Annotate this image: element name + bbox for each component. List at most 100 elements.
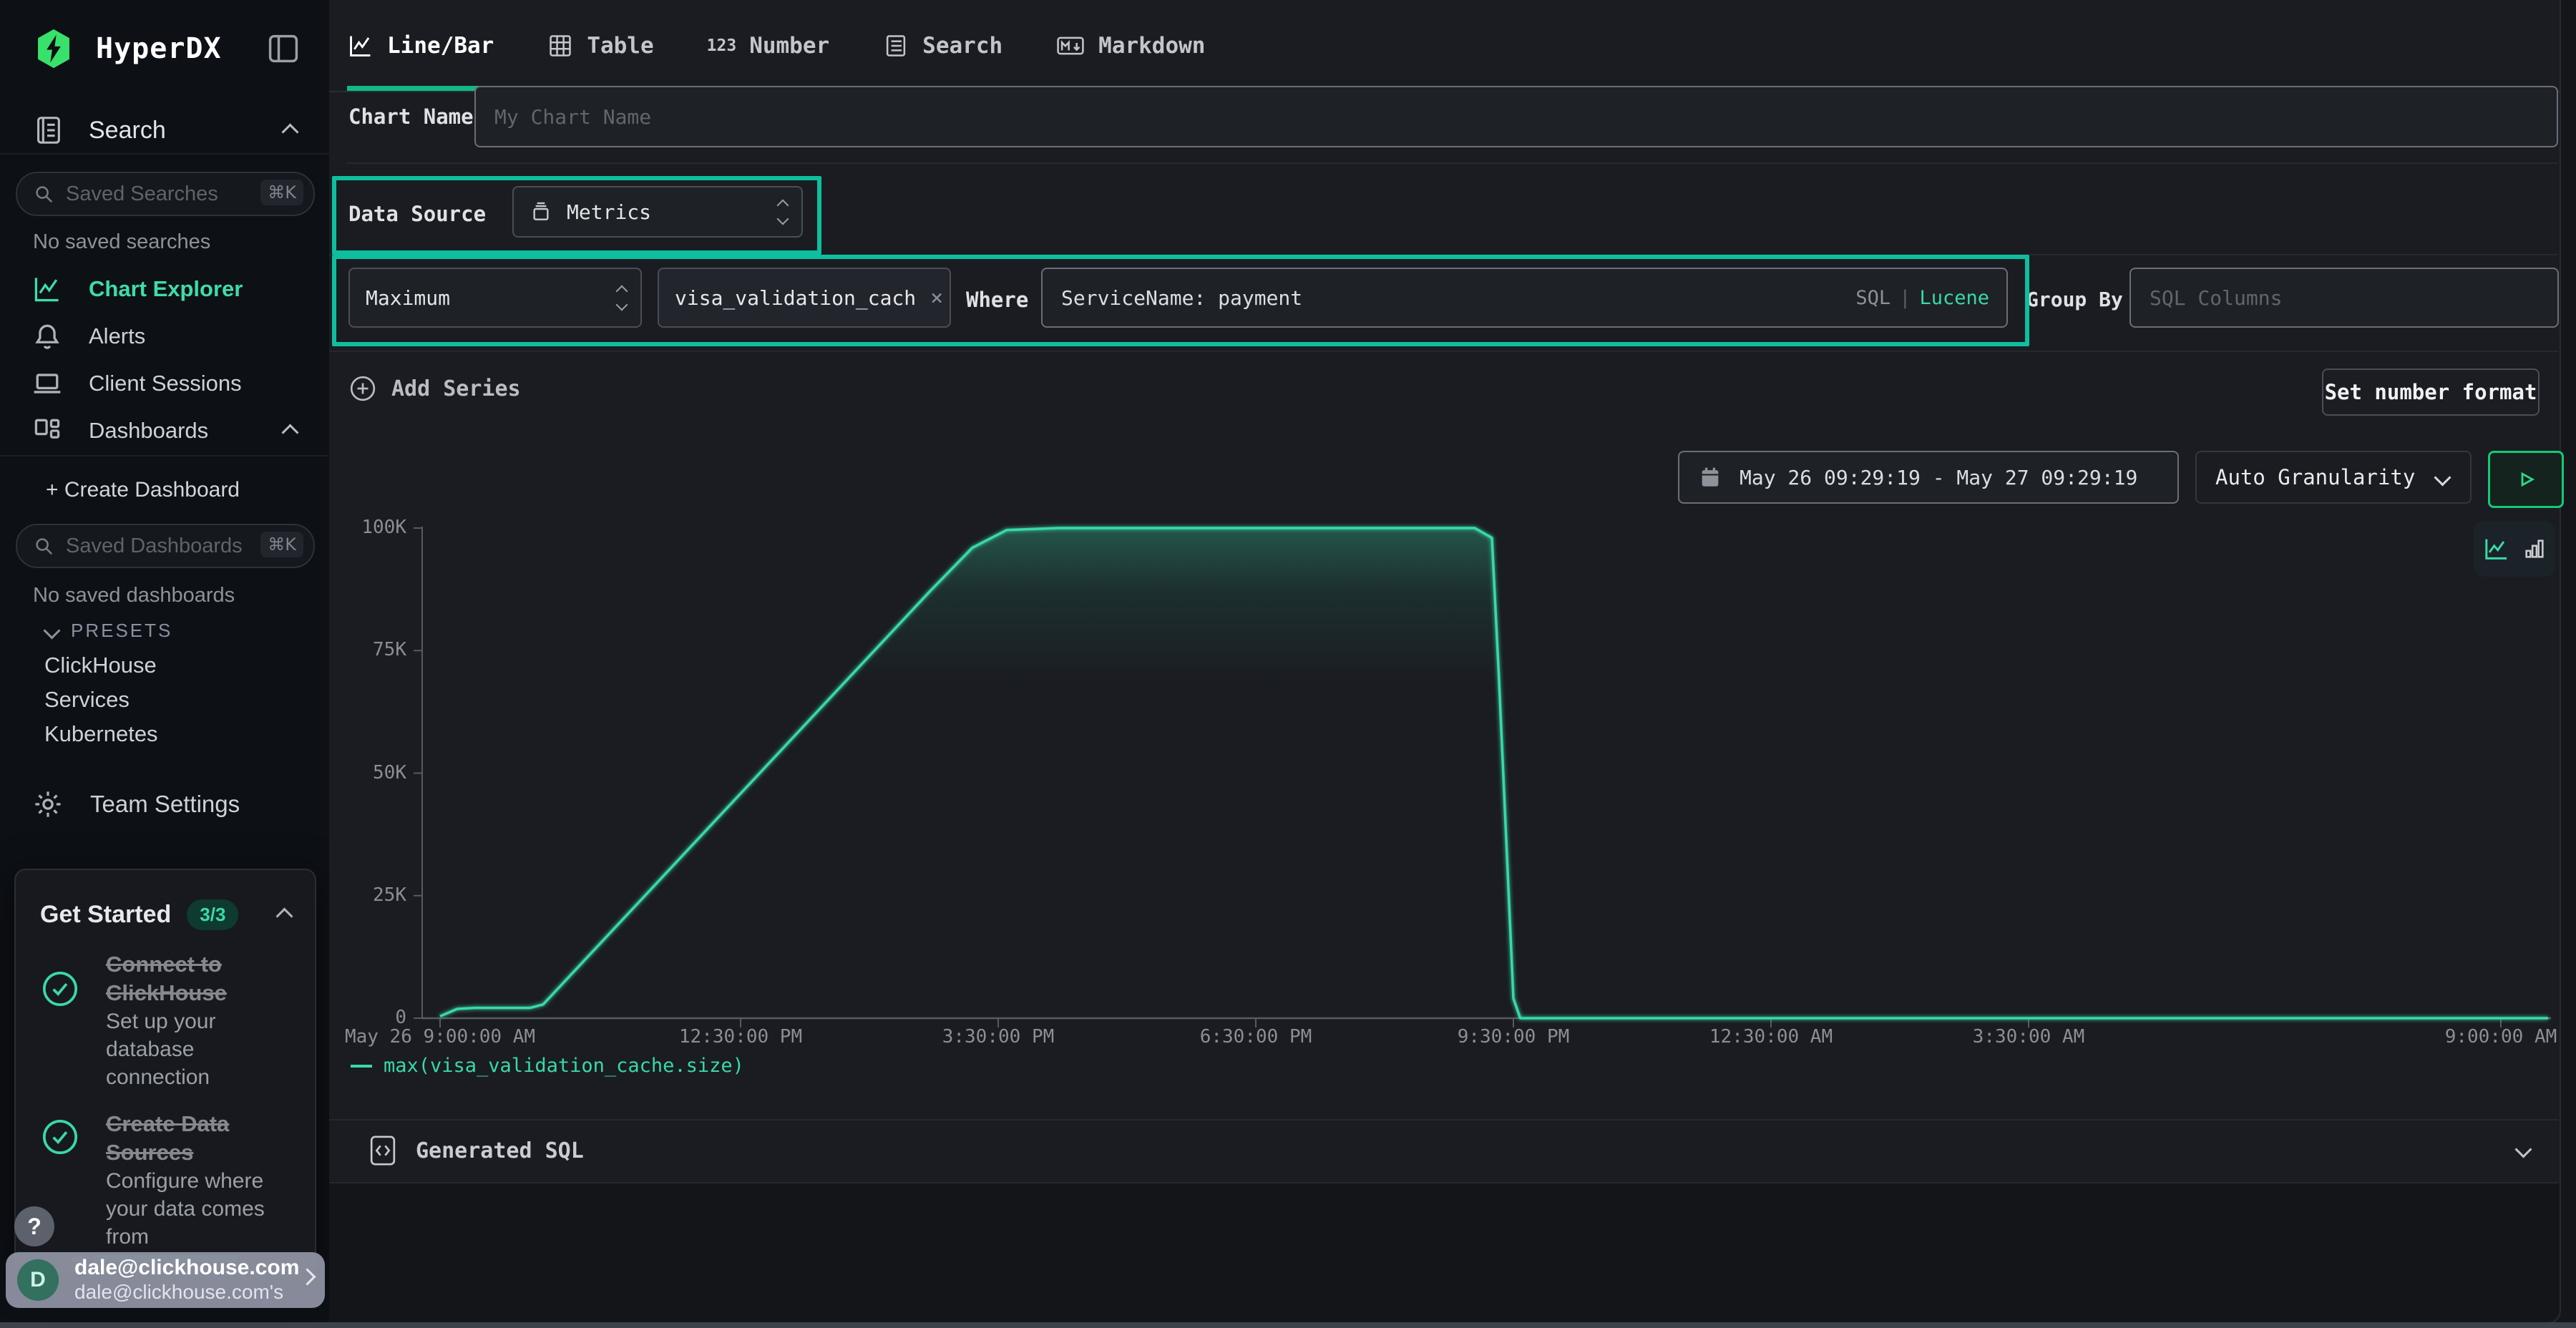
dashboards-icon [31,415,63,446]
sidebar-item-chart-explorer[interactable]: Chart Explorer [0,269,329,309]
tab-label: Number [749,33,829,59]
sidebar-item-label: Alerts [89,323,145,349]
x-tick-label: 6:30:00 PM [1134,1026,1377,1048]
get-started-title: Get Started [40,901,171,929]
group-by-input[interactable]: SQL Columns [2129,268,2559,328]
x-tick-label: 12:30:00 AM [1649,1026,1893,1048]
sidebar-section-search[interactable]: Search [0,107,329,155]
date-range-input[interactable]: May 26 09:29:19 - May 27 09:29:19 [1678,451,2179,504]
sidebar-search-label: Search [89,117,166,145]
list-icon [882,32,909,59]
sidebar-item-label: Client Sessions [89,371,242,396]
run-query-button[interactable] [2488,451,2564,508]
sidebar-item-label: Team Settings [90,791,240,818]
sidebar: HyperDX Search Saved Searches ⌘K No save… [0,0,331,1322]
legend-label: max(visa_validation_cache.size) [384,1055,744,1077]
sidebar-item-label: Dashboards [89,418,208,444]
sidebar-item-team-settings[interactable]: Team Settings [0,784,329,824]
gear-icon [31,788,64,821]
x-tick-label: 9:00:00 AM [2379,1026,2576,1048]
user-menu[interactable]: D dale@clickhouse.com dale@clickhouse.co… [6,1252,325,1308]
chevron-up-icon [281,424,298,441]
preset-services[interactable]: Services [44,687,130,713]
chart-canvas [411,514,2560,1039]
granularity-select[interactable]: Auto Granularity [2195,451,2472,504]
bell-icon [31,321,63,352]
play-icon [2514,467,2538,492]
get-started-item-desc: Set up your database connection [106,1007,298,1091]
plus-circle-icon [348,374,377,403]
select-chevrons-icon [618,287,626,309]
saved-searches-input[interactable]: Saved Searches ⌘K [16,172,315,216]
saved-dashboards-shortcut: ⌘K [260,532,303,557]
sidebar-collapse-icon[interactable] [265,30,302,67]
logo-row: HyperDX [0,20,329,77]
user-subtitle: dale@clickhouse.com's [74,1280,299,1304]
aggregation-select[interactable]: Maximum [348,268,642,328]
tab-line-bar[interactable]: Line/Bar [347,32,494,59]
hyperdx-logo-icon [31,26,76,71]
chevron-up-icon [281,123,298,140]
search-icon [33,183,54,205]
presets-label: PRESETS [71,620,172,642]
close-icon[interactable]: × [930,285,943,311]
get-started-card: Get Started 3/3 Connect to ClickHouse Se… [14,869,316,1272]
divider [329,254,2558,255]
table-icon [547,32,574,59]
data-source-label: Data Source [348,202,486,226]
tab-markdown[interactable]: Markdown [1055,32,1205,59]
granularity-value: Auto Granularity [2215,465,2415,489]
tab-search[interactable]: Search [882,32,1002,59]
get-started-item[interactable]: Create Data Sources Configure where your… [40,1110,298,1251]
check-circle-icon [40,969,80,1009]
toggle-separator: | [1899,287,1911,309]
saved-dashboards-input[interactable]: Saved Dashboards ⌘K [16,524,315,568]
time-series-chart[interactable]: 025K50K75K100K May 26 9:00:00 AM12:30:00… [329,514,2560,1058]
chart-legend: max(visa_validation_cache.size) [351,1055,744,1077]
preset-kubernetes[interactable]: Kubernetes [44,721,158,747]
window-bottom-edge [0,1322,2576,1328]
sidebar-item-dashboards[interactable]: Dashboards [0,411,329,451]
metrics-stack-icon [530,200,552,223]
avatar: D [17,1259,59,1301]
search-icon [33,535,54,557]
tab-table[interactable]: Table [547,32,653,59]
x-tick-label: 3:30:00 PM [877,1026,1120,1048]
lucene-mode-toggle[interactable]: Lucene [1919,287,1989,309]
legend-swatch [351,1065,372,1068]
no-saved-dashboards-text: No saved dashboards [33,584,235,607]
create-dashboard-button[interactable]: + Create Dashboard [46,478,240,502]
data-source-select[interactable]: Metrics [512,186,803,238]
markdown-icon [1055,32,1085,59]
metric-tag-label: visa_validation_cach [675,286,916,310]
chart-name-label: Chart Name [348,104,474,129]
chart-name-placeholder: My Chart Name [494,105,651,129]
preset-clickhouse[interactable]: ClickHouse [44,653,157,678]
main-panel: Line/Bar Table 123 Number Search [329,0,2561,1324]
metric-tag[interactable]: visa_validation_cach × [658,268,951,328]
help-button[interactable]: ? [14,1206,54,1246]
chevron-right-icon [298,1268,316,1285]
add-series-button[interactable]: Add Series [348,374,521,403]
divider [329,351,2558,352]
x-tick-label: 3:30:00 AM [1907,1026,2150,1048]
get-started-item[interactable]: Connect to ClickHouse Set up your databa… [40,950,298,1091]
tab-label: Line/Bar [387,33,494,59]
sql-mode-toggle[interactable]: SQL [1855,287,1890,309]
presets-toggle[interactable]: PRESETS [46,620,172,642]
sidebar-item-alerts[interactable]: Alerts [0,316,329,356]
where-input[interactable]: ServiceName: payment SQL|Lucene [1041,268,2008,328]
tab-number[interactable]: 123 Number [707,33,830,59]
code-icon [369,1133,397,1168]
sidebar-item-client-sessions[interactable]: Client Sessions [0,363,329,404]
set-number-format-button[interactable]: Set number format [2322,368,2540,416]
content-footer-area [329,1183,2560,1322]
y-tick-label: 0 [329,1007,406,1028]
generated-sql-toggle[interactable]: Generated SQL [329,1119,2560,1182]
chart-name-input[interactable]: My Chart Name [474,86,2558,147]
sidebar-item-label: Chart Explorer [89,276,243,302]
chevron-up-icon[interactable] [275,907,293,924]
generated-sql-label: Generated SQL [416,1138,584,1163]
get-started-item-title: Connect to ClickHouse [106,950,298,1007]
divider [347,162,2558,164]
